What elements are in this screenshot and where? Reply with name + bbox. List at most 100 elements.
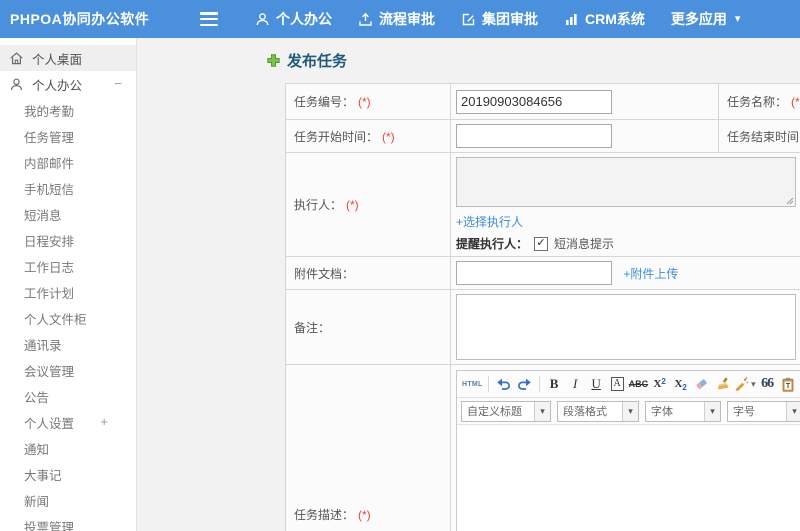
sidebar-item-label: 手机短信 (24, 182, 75, 197)
html-icon: HTML (462, 380, 483, 388)
auto-typeset-button[interactable]: ▾ (734, 374, 756, 394)
sidebar-item-work-plan[interactable]: 工作计划 (0, 279, 136, 305)
sidebar-item-label: 通知 (24, 442, 50, 457)
sidebar-item-schedule[interactable]: 日程安排 (0, 227, 136, 253)
attachment-input[interactable] (456, 261, 612, 285)
sidebar-item-clipped[interactable]: 投票管理 (0, 513, 136, 531)
subscript-button[interactable]: X2 (671, 374, 690, 394)
required-mark: (*) (358, 95, 371, 109)
sidebar-item-label: 任务管理 (24, 130, 75, 145)
nav-more-apps[interactable]: 更多应用 ▾ (658, 0, 754, 38)
top-bar: PHPOA协同办公软件 个人办公 流程审批 集团审批 CRM系统 更多应用 ▾ (0, 0, 800, 38)
underline-button[interactable]: U (587, 374, 606, 394)
html-source-button[interactable]: HTML (462, 374, 483, 394)
sidebar-item-label: 投票管理 (24, 520, 75, 531)
task-no-input[interactable] (456, 89, 612, 114)
sidebar-item-label: 个人文件柜 (24, 312, 87, 327)
bold-button[interactable]: B (545, 374, 564, 394)
undo-button[interactable] (494, 374, 513, 394)
nav-group-approval[interactable]: 集团审批 (448, 0, 551, 38)
start-time-input[interactable] (456, 124, 612, 148)
clipboard-icon: T (782, 377, 794, 392)
executor-label: 执行人： (*) (285, 152, 451, 257)
strikethrough-button[interactable]: ABC (629, 374, 649, 394)
font-size-select[interactable]: 字号 ▾ (727, 400, 800, 422)
caret-down-icon: ▾ (734, 12, 741, 25)
collapse-icon[interactable]: − (114, 76, 122, 91)
executor-textarea[interactable] (456, 157, 796, 207)
superscript-icon: X (653, 378, 662, 390)
sidebar-item-label: 大事记 (24, 468, 62, 483)
workflow-upload-icon (359, 12, 372, 26)
resize-handle-icon[interactable] (786, 197, 794, 205)
editor-content-area[interactable] (457, 425, 800, 531)
nav-label: 更多应用 (670, 11, 727, 27)
plus-icon (267, 54, 280, 67)
choose-executor-link[interactable]: +选择执行人 (456, 215, 523, 229)
sidebar-item-internal-mail[interactable]: 内部邮件 (0, 149, 136, 175)
expand-icon[interactable]: + (100, 414, 108, 429)
plain-paste-button[interactable]: T (779, 374, 798, 394)
hamburger-menu-icon[interactable] (200, 12, 218, 26)
sidebar-item-label: 个人办公 (32, 78, 83, 93)
custom-heading-select[interactable]: 自定义标题 ▾ (461, 400, 551, 422)
required-mark: (*) (791, 95, 800, 109)
page-title-text: 发布任务 (287, 53, 348, 70)
sidebar-item-personal-desktop[interactable]: 个人桌面 (0, 45, 136, 71)
caret-down-icon: ▾ (786, 401, 800, 421)
eraser-icon (696, 379, 707, 390)
char-border-button[interactable]: A (608, 374, 627, 394)
sidebar-item-memorabilia[interactable]: 大事记 (0, 461, 136, 487)
italic-button[interactable]: I (566, 374, 585, 394)
sidebar-item-task-management[interactable]: 任务管理 (0, 123, 136, 149)
task-no-label: 任务编号： (*) (285, 83, 451, 120)
font-family-select[interactable]: 字体 ▾ (645, 400, 721, 422)
sidebar-item-short-message[interactable]: 短消息 (0, 201, 136, 227)
magic-pen-icon (735, 377, 749, 391)
editor-toolbar-row1: HTML B I U A ABC X2 X2 ▾ 66 T (457, 371, 800, 398)
nav-workflow-approval[interactable]: 流程审批 (345, 0, 448, 38)
sidebar-item-news[interactable]: 新闻 (0, 487, 136, 513)
start-time-label: 任务开始时间： (*) (285, 119, 451, 153)
sidebar-item-label: 新闻 (24, 494, 50, 509)
format-brush-button[interactable] (713, 374, 732, 394)
editor-toolbar-row2: 自定义标题 ▾ 段落格式 ▾ 字体 ▾ 字号 ▾ (457, 398, 800, 425)
remove-format-button[interactable] (692, 374, 711, 394)
toolbar-separator (487, 376, 489, 392)
sidebar-item-label: 会议管理 (24, 364, 75, 379)
redo-button[interactable] (515, 374, 534, 394)
caret-down-icon: ▾ (704, 401, 720, 421)
blockquote-button[interactable]: 66 (758, 374, 777, 394)
nav-crm-system[interactable]: CRM系统 (551, 0, 658, 38)
task-description-label: 任务描述： (*) (285, 364, 451, 531)
sidebar-item-personal-settings[interactable]: 个人设置 + (0, 409, 136, 435)
bar-chart-icon (566, 13, 577, 25)
sidebar-item-notification[interactable]: 通知 (0, 435, 136, 461)
attachment-upload-link[interactable]: +附件上传 (623, 267, 678, 281)
remark-textarea[interactable] (456, 294, 796, 360)
svg-text:T: T (786, 383, 791, 390)
caret-down-icon: ▾ (534, 401, 550, 421)
sidebar-item-meeting-management[interactable]: 会议管理 (0, 357, 136, 383)
required-mark: (*) (382, 129, 395, 144)
sidebar-item-announcement[interactable]: 公告 (0, 383, 136, 409)
superscript-button[interactable]: X2 (650, 374, 669, 394)
sidebar-item-label: 个人桌面 (32, 52, 83, 67)
rich-text-editor: HTML B I U A ABC X2 X2 ▾ 66 T 自定义标题 ▾ 段落… (456, 370, 800, 531)
sidebar-item-mobile-sms[interactable]: 手机短信 (0, 175, 136, 201)
nav-personal-office[interactable]: 个人办公 (242, 0, 345, 38)
task-name-label: 任务名称：(*) (718, 83, 800, 120)
top-nav: 个人办公 流程审批 集团审批 CRM系统 更多应用 ▾ (242, 0, 753, 38)
home-icon (10, 51, 23, 64)
end-time-label: 任务结束时间：(*) (718, 119, 800, 153)
caret-down-icon: ▾ (751, 378, 756, 389)
sidebar-item-work-log[interactable]: 工作日志 (0, 253, 136, 279)
sms-remind-checkbox[interactable]: ✓ (534, 236, 549, 251)
sidebar-item-personal-office[interactable]: 个人办公 − (0, 71, 136, 97)
sidebar-item-personal-files[interactable]: 个人文件柜 (0, 305, 136, 331)
sidebar-item-label: 公告 (24, 390, 50, 405)
paragraph-format-select[interactable]: 段落格式 ▾ (557, 400, 639, 422)
sidebar-item-contacts[interactable]: 通讯录 (0, 331, 136, 357)
app-logo: PHPOA协同办公软件 (10, 11, 150, 27)
sidebar-item-my-attendance[interactable]: 我的考勤 (0, 97, 136, 123)
